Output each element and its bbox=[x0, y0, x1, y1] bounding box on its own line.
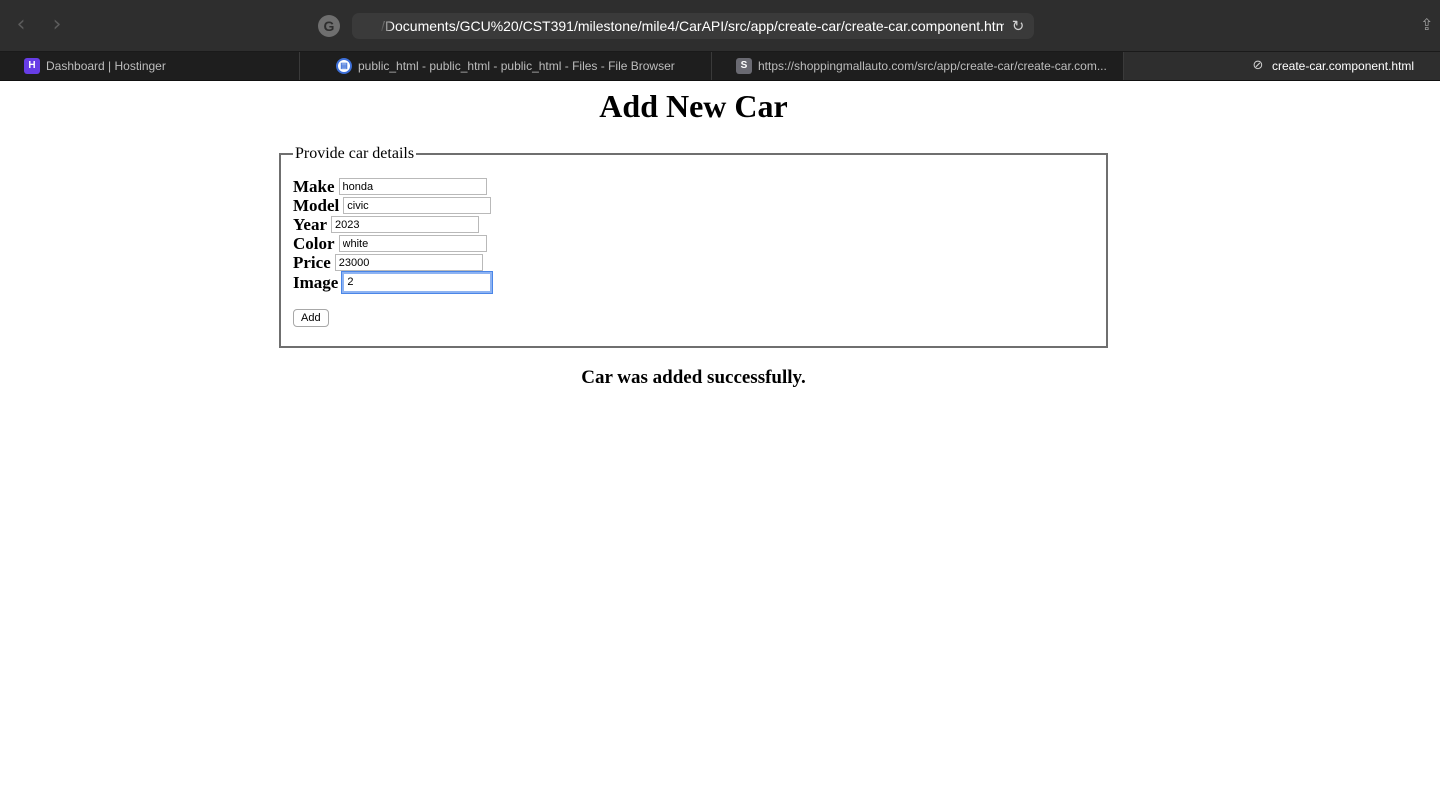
share-icon[interactable]: ⇪ bbox=[1420, 14, 1440, 36]
browser-toolbar: ‹ › G s/Documents/GCU%20/CST391/mileston… bbox=[0, 0, 1440, 52]
page-title: Add New Car bbox=[599, 88, 788, 124]
tab-label: Dashboard | Hostinger bbox=[46, 59, 166, 73]
tab-label: https://shoppingmallauto.com/src/app/cre… bbox=[758, 59, 1107, 73]
price-label: Price bbox=[293, 253, 331, 272]
car-details-fieldset: Provide car details Make Model Year Colo… bbox=[279, 145, 1108, 348]
tab-shoppingmallauto[interactable]: S https://shoppingmallauto.com/src/app/c… bbox=[712, 52, 1124, 80]
url-fade bbox=[374, 13, 394, 39]
tab-file-browser[interactable]: ▤ public_html - public_html - public_htm… bbox=[300, 52, 712, 80]
address-bar[interactable]: s/Documents/GCU%20/CST391/milestone/mile… bbox=[352, 13, 1034, 39]
color-row: Color bbox=[293, 234, 487, 253]
tab-bar: H Dashboard | Hostinger ▤ public_html - … bbox=[0, 52, 1440, 81]
tab-label: create-car.component.html bbox=[1272, 59, 1415, 73]
hostinger-icon: H bbox=[24, 58, 40, 74]
image-row: Image bbox=[293, 271, 493, 293]
fieldset-legend: Provide car details bbox=[295, 145, 415, 162]
site-s-icon: S bbox=[736, 58, 752, 74]
page-content: Add New Car Provide car details Make Mod… bbox=[0, 81, 1440, 802]
reload-icon[interactable]: ↻ bbox=[1008, 16, 1028, 36]
year-input[interactable] bbox=[330, 216, 479, 233]
make-row: Make bbox=[293, 177, 487, 196]
price-row: Price bbox=[293, 253, 483, 272]
year-row: Year bbox=[293, 215, 479, 234]
model-row: Model bbox=[293, 196, 492, 215]
add-button[interactable]: Add bbox=[293, 309, 329, 327]
model-label: Model bbox=[293, 196, 340, 215]
year-label: Year bbox=[293, 215, 327, 234]
compass-icon: ⊘ bbox=[1252, 58, 1264, 73]
color-input[interactable] bbox=[338, 235, 487, 252]
tab-create-car-component[interactable]: ⊘ create-car.component.html bbox=[1124, 52, 1440, 80]
image-input[interactable] bbox=[342, 271, 493, 293]
file-browser-icon: ▤ bbox=[336, 58, 352, 74]
url-text[interactable]: s/Documents/GCU%20/CST391/milestone/mile… bbox=[374, 13, 1004, 39]
google-icon: G bbox=[318, 15, 340, 37]
image-label: Image bbox=[293, 272, 339, 292]
price-input[interactable] bbox=[334, 254, 483, 271]
tab-label: public_html - public_html - public_html … bbox=[358, 59, 675, 73]
success-message: Car was added successfully. bbox=[581, 367, 806, 388]
forward-arrow-icon[interactable]: › bbox=[45, 13, 69, 37]
model-input[interactable] bbox=[343, 197, 492, 214]
back-arrow-icon[interactable]: ‹ bbox=[9, 13, 33, 37]
tab-hostinger-dashboard[interactable]: H Dashboard | Hostinger bbox=[0, 52, 300, 80]
make-label: Make bbox=[293, 177, 335, 196]
color-label: Color bbox=[293, 234, 335, 253]
make-input[interactable] bbox=[338, 178, 487, 195]
